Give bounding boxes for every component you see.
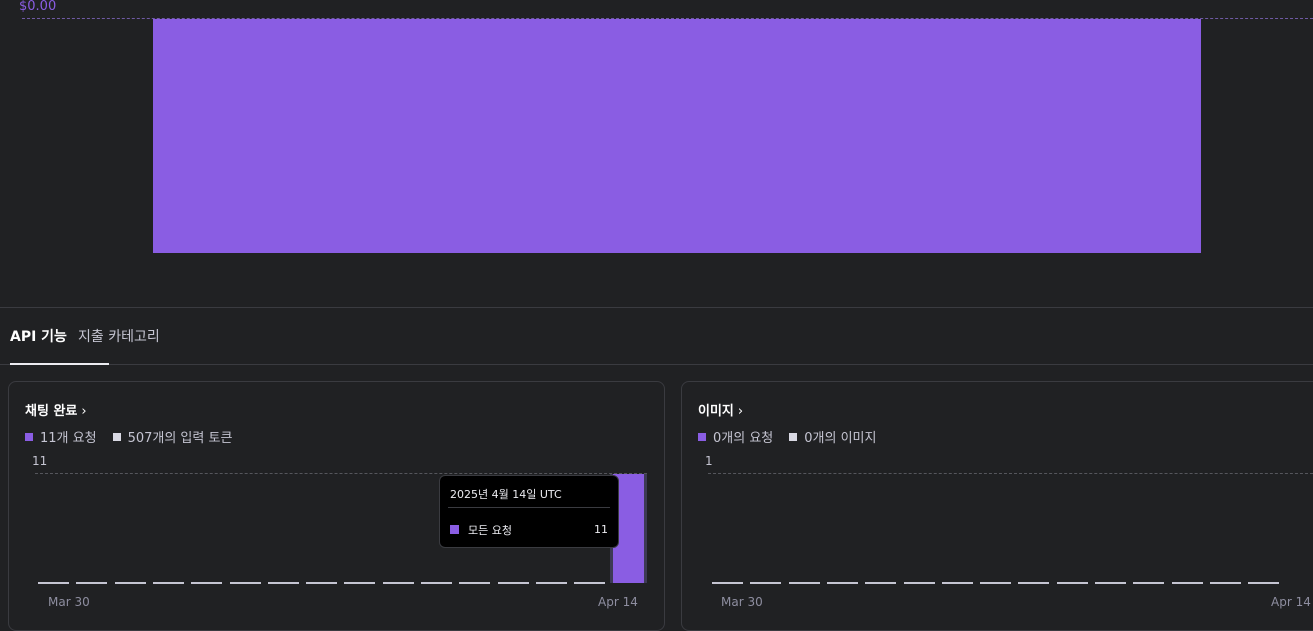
- bar-apr-13[interactable]: [1248, 582, 1280, 584]
- bar-apr-1[interactable]: [788, 582, 820, 584]
- tooltip-label: 모든 요청: [468, 524, 512, 537]
- bar-apr-9[interactable]: [1095, 582, 1126, 584]
- bar-apr-2[interactable]: [152, 582, 184, 584]
- images-title-link[interactable]: 이미지 ›: [698, 400, 743, 419]
- images-legend: 0개의 요청 0개의 이미지: [698, 427, 892, 446]
- bar-apr-10[interactable]: [1133, 582, 1165, 584]
- x-tick-start: Mar 30: [721, 595, 763, 609]
- divider: [0, 307, 1313, 308]
- spend-bar[interactable]: [153, 19, 1201, 253]
- bar-apr-9[interactable]: [421, 582, 452, 584]
- bar-mar-31[interactable]: [750, 582, 782, 584]
- x-tick-end: Apr 14: [598, 595, 638, 609]
- chat-legend: 11개 요청 507개의 입력 토큰: [25, 427, 248, 446]
- bar-apr-11[interactable]: [1171, 582, 1203, 584]
- bar-mar-30[interactable]: [38, 582, 69, 584]
- chevron-right-icon: ›: [737, 404, 744, 419]
- tab-spend-categories[interactable]: 지출 카테고리: [78, 326, 160, 346]
- legend-item-requests: 11개 요청: [25, 427, 97, 446]
- legend-label: 0개의 요청: [713, 431, 774, 446]
- y-axis-label: $0.00: [19, 0, 57, 14]
- bar-apr-3[interactable]: [191, 582, 223, 584]
- tooltip-divider: [448, 507, 610, 508]
- bar-apr-12[interactable]: [535, 582, 567, 584]
- bar-apr-5[interactable]: [941, 582, 973, 584]
- legend-swatch: [25, 432, 33, 441]
- bar-apr-2[interactable]: [826, 582, 858, 584]
- chevron-right-icon: ›: [81, 404, 87, 419]
- gridline: [35, 473, 647, 474]
- tab-api-features[interactable]: API 기능: [10, 326, 67, 346]
- bar-apr-7[interactable]: [1018, 582, 1050, 584]
- bar-apr-12[interactable]: [1209, 582, 1241, 584]
- bar-apr-3[interactable]: [865, 582, 897, 584]
- images-card: [681, 381, 1313, 631]
- card-title-text: 채팅 완료: [25, 404, 78, 419]
- card-title-text: 이미지: [698, 404, 734, 419]
- legend-swatch: [789, 432, 798, 441]
- legend-item-requests: 0개의 요청: [698, 427, 773, 446]
- bar-apr-6[interactable]: [980, 582, 1012, 584]
- bar-apr-1[interactable]: [114, 582, 146, 584]
- y-max-tick: 11: [32, 454, 48, 468]
- active-tab-indicator: [10, 363, 109, 365]
- y-max-tick: 1: [705, 454, 713, 468]
- bar-apr-4[interactable]: [229, 582, 261, 584]
- tooltip-swatch: [450, 525, 459, 534]
- legend-swatch: [698, 432, 706, 441]
- bar-apr-13[interactable]: [574, 582, 606, 584]
- tooltip-value: 11: [594, 523, 608, 536]
- legend-label: 0개의 이미지: [804, 431, 877, 446]
- bar-apr-7[interactable]: [344, 582, 376, 584]
- x-tick-start: Mar 30: [48, 595, 90, 609]
- gridline: [708, 473, 1313, 474]
- legend-swatch: [112, 432, 121, 441]
- x-tick-end: Apr 14: [1271, 595, 1311, 609]
- bar-mar-30[interactable]: [712, 582, 743, 584]
- bar-apr-8[interactable]: [382, 582, 414, 584]
- bar-apr-4[interactable]: [903, 582, 935, 584]
- tabs-divider: [0, 364, 1313, 365]
- bar-apr-5[interactable]: [267, 582, 299, 584]
- legend-label: 507개의 입력 토큰: [127, 431, 233, 446]
- bar-apr-11[interactable]: [497, 582, 529, 584]
- chart-tooltip: 2025년 4월 14일 UTC 모든 요청 11: [439, 475, 619, 548]
- legend-item-input-tokens: 507개의 입력 토큰: [112, 427, 233, 446]
- bar-apr-8[interactable]: [1056, 582, 1088, 584]
- bar-apr-10[interactable]: [459, 582, 491, 584]
- tooltip-title: 2025년 4월 14일 UTC: [450, 488, 562, 501]
- chat-completions-title-link[interactable]: 채팅 완료 ›: [25, 400, 87, 419]
- bar-apr-6[interactable]: [306, 582, 338, 584]
- bar-mar-31[interactable]: [76, 582, 108, 584]
- legend-item-images: 0개의 이미지: [789, 427, 876, 446]
- legend-label: 11개 요청: [40, 431, 97, 446]
